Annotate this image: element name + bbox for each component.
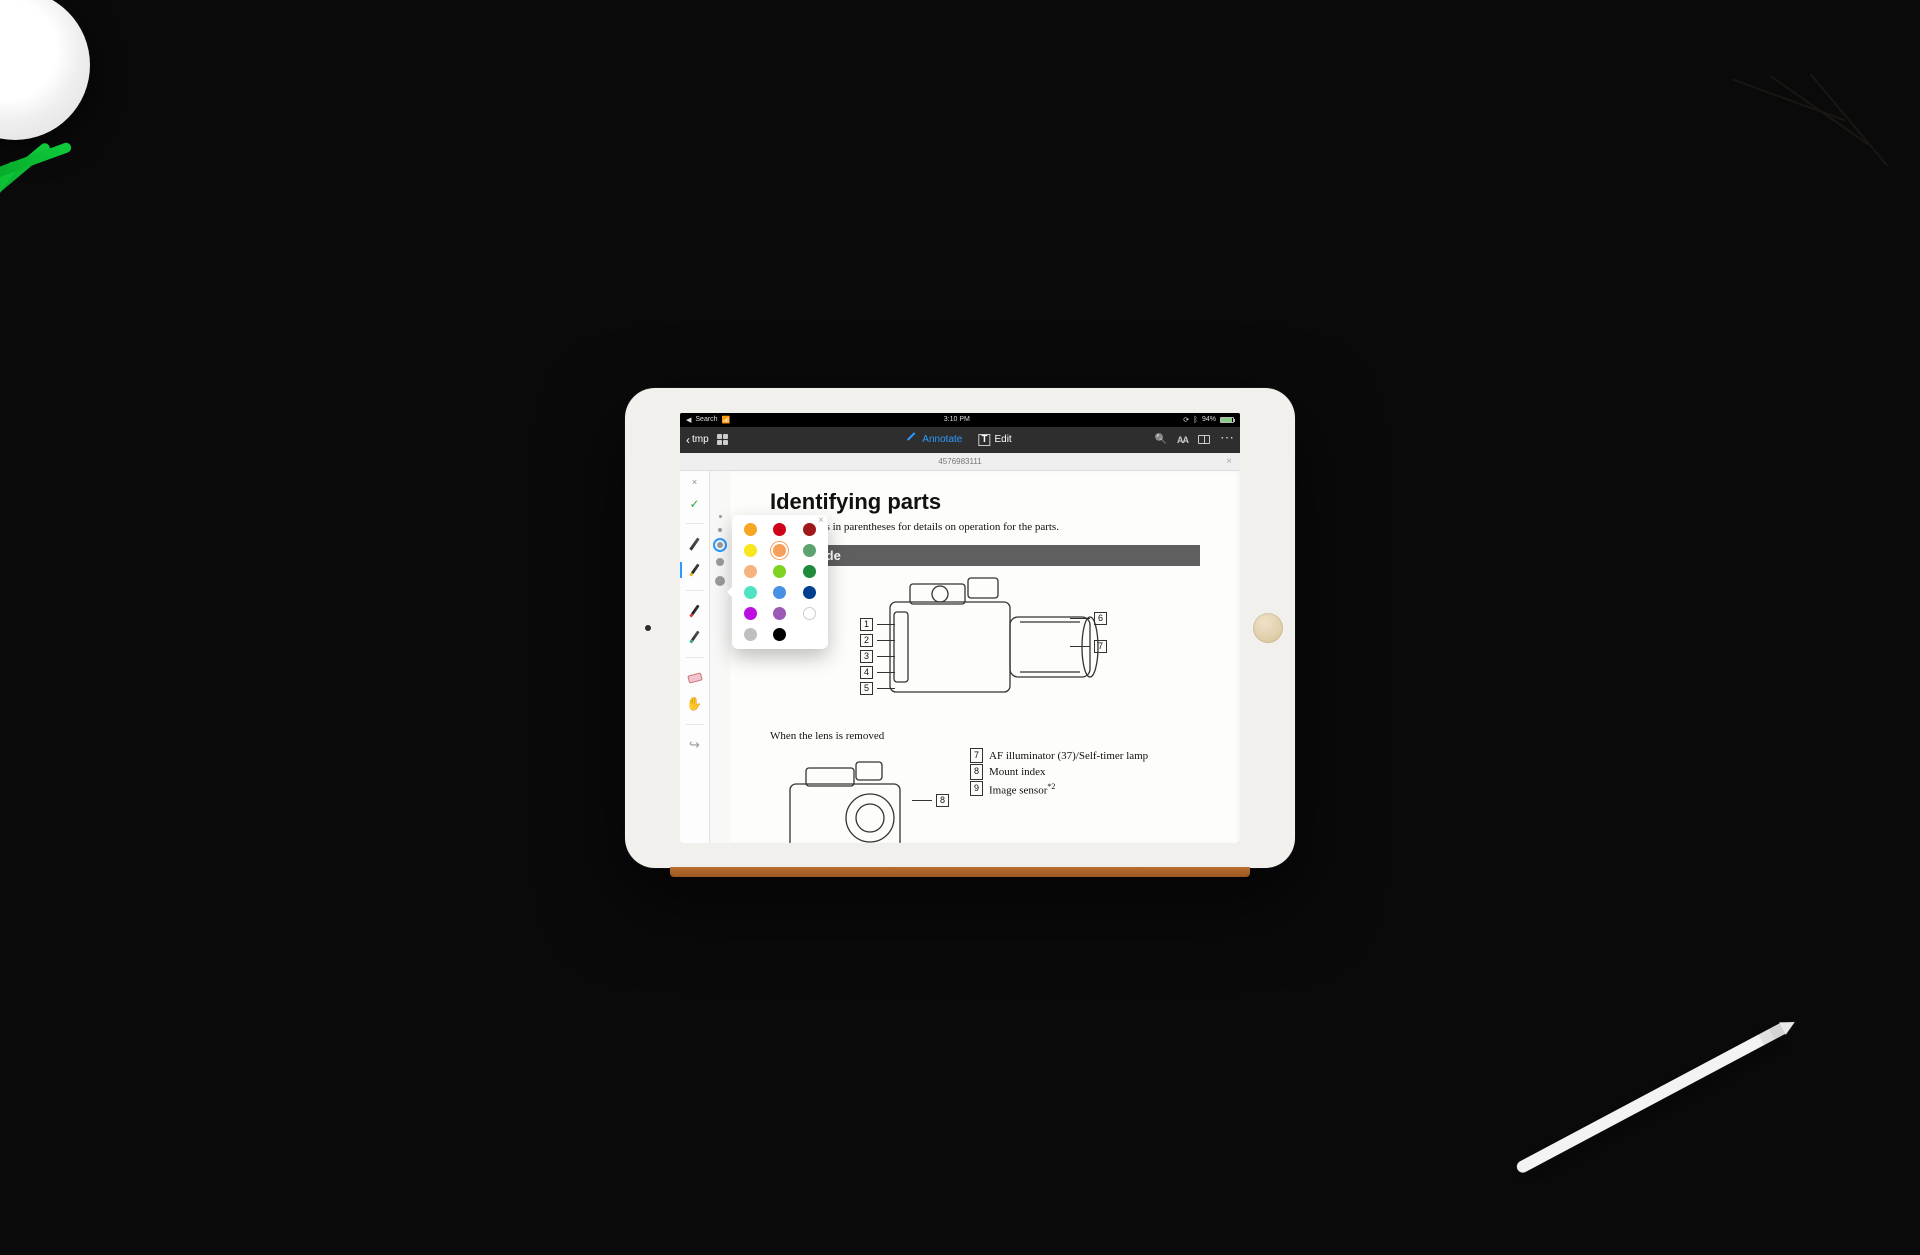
back-to-app-icon[interactable]: ◀ [686,416,691,424]
thumbnails-button[interactable] [717,434,728,445]
callout-box: 4 [860,666,873,679]
stroke-width-2[interactable] [718,528,722,532]
callout-box: 1 [860,618,873,631]
screen: ◀ Search 3:10 PM ⟳ 94% ‹ tmp An [680,413,1240,843]
color-swatch[interactable] [744,523,757,536]
callout-box: 5 [860,682,873,695]
color-swatch[interactable] [773,523,786,536]
color-swatch[interactable] [744,607,757,620]
marker2-tool[interactable] [686,629,704,645]
sidebar-close-button[interactable]: × [692,477,697,487]
back-label: tmp [692,434,709,445]
mode-switcher: Annotate T Edit [908,434,1011,446]
battery-percent: 94% [1202,416,1216,423]
document-filename: 4576983111 [938,457,981,466]
page-subtitle: See the pages in parentheses for details… [770,521,1200,533]
main-area: × ✓ ✋ ↩ [680,471,1240,843]
back-button[interactable]: ‹ tmp [686,434,709,446]
color-swatch[interactable] [744,628,757,641]
mode-annotate-label: Annotate [922,434,962,445]
legend-row: 9Image sensor*2 [970,781,1200,799]
color-swatch[interactable] [803,523,816,536]
stroke-width-1[interactable] [719,515,722,518]
chevron-left-icon: ‹ [686,434,690,446]
apple-pencil [1515,1023,1786,1174]
color-swatch[interactable] [773,586,786,599]
mode-annotate[interactable]: Annotate [908,434,962,445]
stroke-width-4[interactable] [716,558,724,566]
color-swatch[interactable] [803,607,816,620]
eraser-tool[interactable] [686,670,704,686]
color-swatch[interactable] [773,565,786,578]
color-swatch[interactable] [803,565,816,578]
page-title: Identifying parts [770,489,1200,515]
color-swatch[interactable] [744,544,757,557]
callout-box: 6 [1094,612,1107,625]
desk-twig [1700,40,1880,220]
view-mode-button[interactable] [1198,435,1210,444]
color-swatch[interactable] [773,628,786,641]
smart-cover [670,867,1250,877]
callout-box: 8 [936,794,949,807]
separator [686,590,704,591]
color-swatch[interactable] [773,607,786,620]
pen-tool[interactable] [686,536,704,552]
pan-tool[interactable]: ✋ [686,696,704,712]
appearance-button[interactable]: AA [1177,435,1188,445]
legend-list: 7AF illuminator (37)/Self-timer lamp8Mou… [970,748,1200,799]
callout-box: 2 [860,634,873,647]
camera-illustration [880,572,1100,712]
ipad-frame: ◀ Search 3:10 PM ⟳ 94% ‹ tmp An [625,388,1295,868]
color-swatch[interactable] [803,586,816,599]
hand-icon: ✋ [686,696,702,712]
separator [686,657,704,658]
stroke-width-3[interactable] [717,542,723,548]
home-button[interactable] [1253,613,1283,643]
search-button[interactable] [1155,434,1167,445]
undo-icon: ↩ [689,737,700,753]
mode-edit[interactable]: T Edit [978,434,1011,446]
stroke-width-5[interactable] [715,576,725,586]
stroke-width-bar [710,471,730,843]
mode-edit-label: Edit [994,434,1011,445]
highlighter-tool[interactable] [686,562,704,578]
callout-box: 3 [860,650,873,663]
battery-icon [1220,417,1234,423]
callout-box: 7 [1094,640,1107,653]
bluetooth-icon [1193,415,1198,424]
legend-row: 7AF illuminator (37)/Self-timer lamp [970,748,1200,765]
desk-cup [0,0,90,140]
wifi-icon [722,416,731,424]
front-camera [645,625,651,631]
more-button[interactable] [1220,434,1234,445]
diagram-subhead: When the lens is removed [770,730,1200,742]
color-swatch[interactable] [803,544,816,557]
marker-tool[interactable] [686,603,704,619]
sidebar-done-button[interactable]: ✓ [689,497,699,511]
separator [686,523,704,524]
close-tab-button[interactable]: × [1226,456,1232,467]
text-icon: T [978,434,990,446]
status-bar: ◀ Search 3:10 PM ⟳ 94% [680,413,1240,427]
camera-diagram: 1 2 3 4 5 6 7 [770,572,1200,722]
pen-icon [907,432,921,446]
color-swatch[interactable] [773,544,786,557]
annotation-tool-sidebar: × ✓ ✋ ↩ [680,471,710,843]
section-header: Front side [770,545,1200,566]
document-tab-strip: 4576983111 × [680,453,1240,471]
color-picker-popover[interactable] [732,515,828,649]
app-toolbar: ‹ tmp Annotate T Edit AA [680,427,1240,453]
legend-row: 8Mount index [970,764,1200,781]
undo-button[interactable]: ↩ [686,737,704,753]
clock: 3:10 PM [944,416,970,423]
back-to-app-label[interactable]: Search [695,416,717,423]
orientation-lock-icon: ⟳ [1183,416,1189,424]
color-swatch[interactable] [744,586,757,599]
separator [686,724,704,725]
color-swatch[interactable] [744,565,757,578]
